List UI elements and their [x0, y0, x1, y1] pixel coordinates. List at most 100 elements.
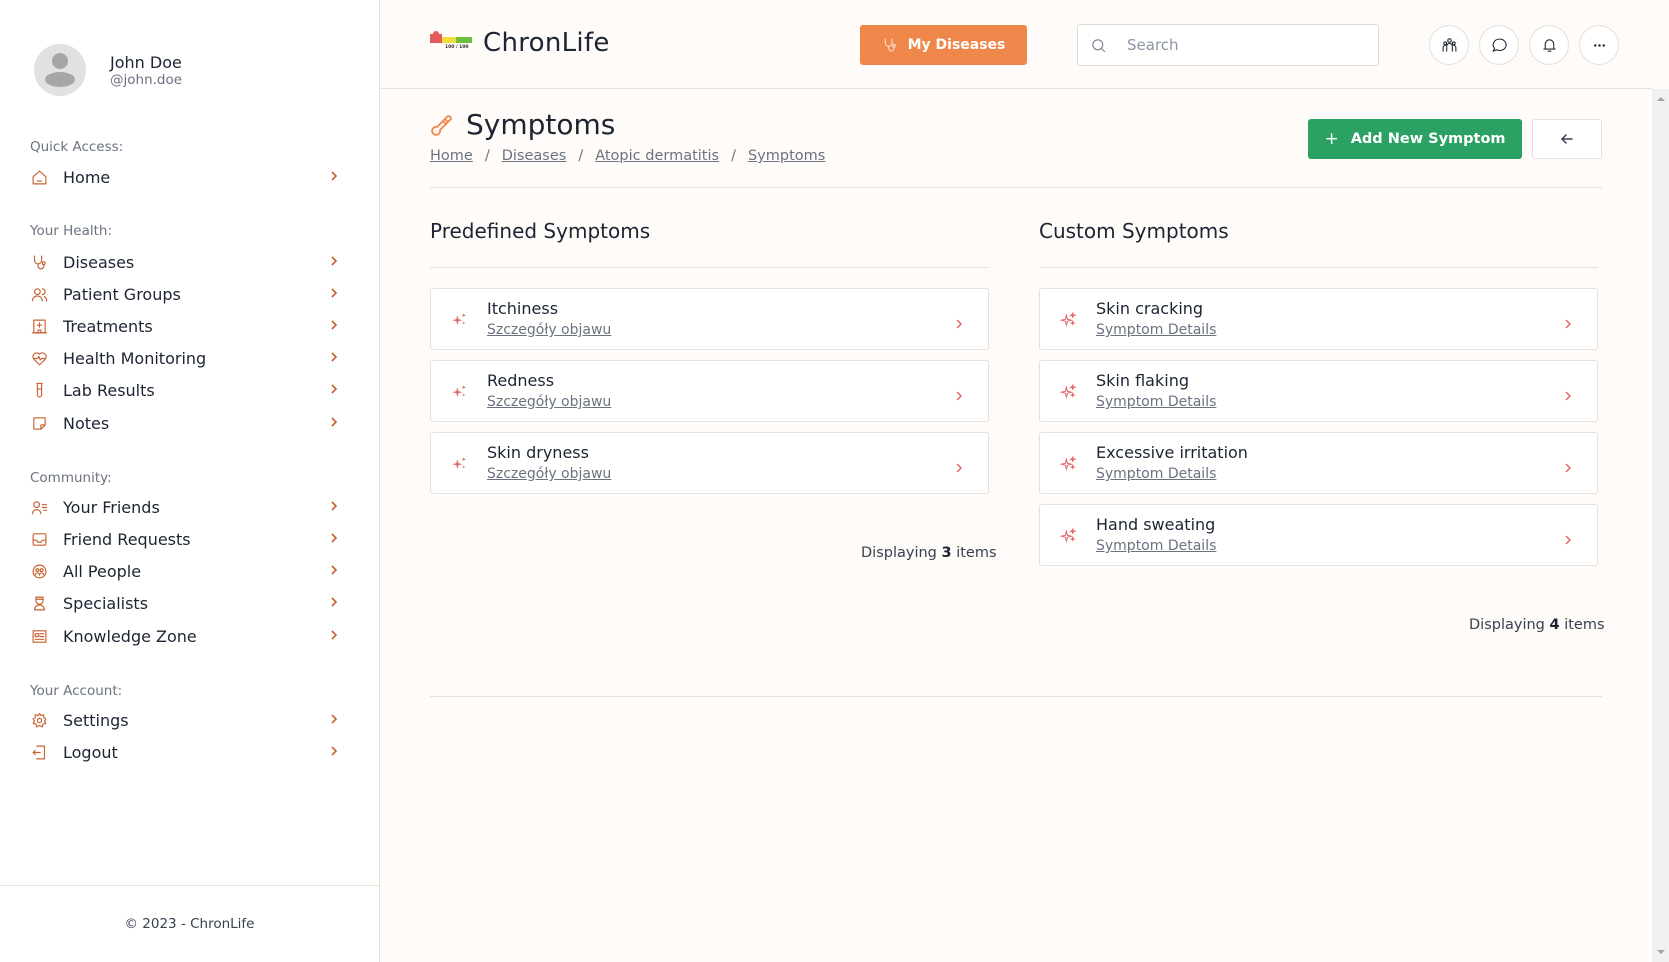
symptom-name: Redness [487, 371, 555, 390]
sidebar-item-notes[interactable]: Notes [30, 408, 340, 438]
breadcrumb-symptoms[interactable]: Symptoms [748, 148, 825, 164]
chevron-right-icon [328, 499, 340, 515]
custom-symptom-card[interactable]: Hand sweating Symptom Details [1039, 504, 1598, 566]
breadcrumb-separator: / [484, 148, 490, 164]
sidebar-item-label: Diseases [63, 252, 135, 272]
chevron-right-icon [954, 386, 964, 401]
chat-button[interactable] [1479, 25, 1519, 65]
arrow-left-icon [1561, 134, 1573, 144]
scroll-up-arrow[interactable] [1657, 97, 1665, 101]
sparkle-outline-icon [1059, 311, 1077, 328]
chevron-right-icon [328, 415, 340, 431]
my-diseases-label: My Diseases [907, 37, 1006, 53]
search-icon [1092, 38, 1106, 52]
predefined-symptom-card[interactable]: Itchiness Szczegóły objawu [430, 288, 989, 350]
notifications-button[interactable] [1529, 25, 1569, 65]
custom-symptom-card[interactable]: Skin flaking Symptom Details [1039, 360, 1598, 422]
plus-icon: + [1324, 129, 1339, 149]
sidebar-item-health-monitoring[interactable]: Health Monitoring [30, 343, 340, 373]
symptom-details-link[interactable]: Symptom Details [1096, 394, 1216, 410]
sparkle-outline-icon [1059, 527, 1077, 544]
stethoscope-icon [30, 253, 48, 271]
breadcrumb-diseases[interactable]: Diseases [502, 148, 567, 164]
sidebar-item-label: Settings [63, 710, 129, 730]
back-button[interactable] [1532, 119, 1602, 159]
community-button[interactable] [1429, 25, 1469, 65]
sparkle-icon [451, 311, 468, 328]
heart-pulse-icon [30, 349, 48, 367]
hospital-icon [30, 317, 48, 335]
sidebar-item-patient-groups[interactable]: Patient Groups [30, 279, 340, 309]
sidebar: John Doe @john.doe Quick Access: Home Yo… [0, 0, 380, 962]
chevron-right-icon [954, 314, 964, 329]
doctor-icon [30, 594, 48, 612]
predefined-count: Displaying 3 items [861, 545, 997, 561]
user-list-icon [30, 498, 48, 516]
sidebar-item-all-people[interactable]: All People [30, 556, 340, 586]
globe-people-icon [30, 562, 48, 580]
sidebar-item-specialists[interactable]: Specialists [30, 588, 340, 618]
symptom-name: Skin cracking [1096, 299, 1204, 318]
user-profile[interactable]: John Doe @john.doe [34, 44, 182, 96]
nav-section-community: Community: [30, 470, 112, 486]
gear-icon [30, 711, 48, 729]
sidebar-item-home[interactable]: Home [30, 162, 340, 192]
sidebar-item-logout[interactable]: Logout [30, 737, 340, 767]
add-new-symptom-label: Add New Symptom [1350, 131, 1506, 147]
sidebar-item-label: Notes [63, 413, 110, 433]
symptom-details-link[interactable]: Symptom Details [1096, 322, 1216, 338]
symptom-name: Skin flaking [1096, 371, 1189, 390]
search-input[interactable] [1127, 36, 1367, 54]
header-divider [430, 187, 1602, 188]
more-icon [1593, 43, 1605, 47]
sidebar-item-your-friends[interactable]: Your Friends [30, 492, 340, 522]
scroll-down-arrow[interactable] [1657, 950, 1665, 954]
sidebar-item-diseases[interactable]: Diseases [30, 247, 340, 277]
chevron-right-icon [328, 350, 340, 366]
sidebar-item-label: Logout [63, 742, 118, 762]
sidebar-item-settings[interactable]: Settings [30, 705, 340, 735]
sidebar-item-lab-results[interactable]: Lab Results [30, 375, 340, 405]
sidebar-item-label: Patient Groups [63, 284, 181, 304]
note-icon [30, 414, 48, 432]
logout-icon [30, 743, 48, 761]
symptom-details-link[interactable]: Szczegóły objawu [487, 394, 611, 410]
sidebar-item-label: Home [63, 167, 111, 187]
custom-symptom-card[interactable]: Skin cracking Symptom Details [1039, 288, 1598, 350]
predefined-symptom-card[interactable]: Redness Szczegóły objawu [430, 360, 989, 422]
breadcrumb-atopic-dermatitis[interactable]: Atopic dermatitis [595, 148, 719, 164]
sparkle-outline-icon [1059, 455, 1077, 472]
user-name: John Doe [110, 52, 182, 72]
add-new-symptom-button[interactable]: + Add New Symptom [1308, 119, 1522, 159]
chevron-right-icon [328, 254, 340, 270]
app-logo[interactable]: 100 / 100 ChronLife [430, 28, 610, 58]
newspaper-icon [30, 627, 48, 645]
chevron-right-icon [1563, 314, 1573, 329]
chevron-right-icon [1563, 386, 1573, 401]
symptom-details-link[interactable]: Symptom Details [1096, 466, 1216, 482]
chevron-right-icon [328, 628, 340, 644]
predefined-symptom-card[interactable]: Skin dryness Szczegóły objawu [430, 432, 989, 494]
predefined-symptoms-title: Predefined Symptoms [430, 219, 651, 243]
chevron-right-icon [328, 531, 340, 547]
sidebar-item-label: Lab Results [63, 380, 155, 400]
sidebar-item-treatments[interactable]: Treatments [30, 311, 340, 341]
search-box[interactable] [1077, 24, 1379, 66]
symptom-details-link[interactable]: Szczegóły objawu [487, 466, 611, 482]
symptom-name: Skin dryness [487, 443, 589, 462]
breadcrumb-home[interactable]: Home [430, 148, 473, 164]
more-button[interactable] [1579, 25, 1619, 65]
sidebar-item-label: Your Friends [63, 497, 160, 517]
nav-section-your-account: Your Account: [30, 683, 123, 699]
sidebar-item-label: Health Monitoring [63, 348, 207, 368]
sidebar-item-knowledge-zone[interactable]: Knowledge Zone [30, 621, 340, 651]
custom-symptom-card[interactable]: Excessive irritation Symptom Details [1039, 432, 1598, 494]
custom-count: Displaying 4 items [1469, 617, 1605, 633]
breadcrumb: Home / Diseases / Atopic dermatitis / Sy… [430, 148, 825, 164]
sidebar-item-friend-requests[interactable]: Friend Requests [30, 524, 340, 554]
app-name: ChronLife [483, 28, 610, 58]
vertical-scrollbar[interactable] [1652, 89, 1669, 962]
symptom-details-link[interactable]: Symptom Details [1096, 538, 1216, 554]
symptom-details-link[interactable]: Szczegóły objawu [487, 322, 611, 338]
my-diseases-button[interactable]: My Diseases [860, 25, 1027, 65]
